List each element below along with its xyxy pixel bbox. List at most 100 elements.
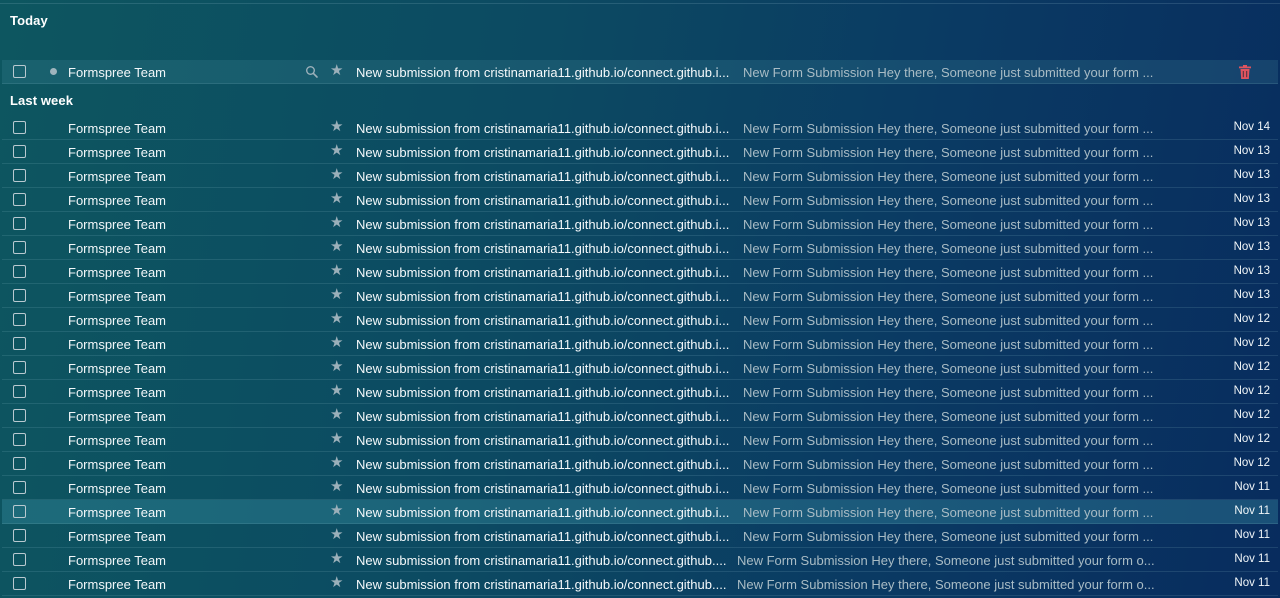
- row-checkbox[interactable]: [13, 529, 26, 542]
- star-icon[interactable]: ★: [330, 430, 343, 448]
- message-row[interactable]: Formspree Team ★ New submission from crist…: [2, 188, 1278, 212]
- snippet: New Form Submission Hey there, Someone j…: [743, 481, 1153, 496]
- row-checkbox[interactable]: [13, 313, 26, 326]
- star-icon[interactable]: ★: [330, 166, 343, 184]
- row-checkbox[interactable]: [13, 577, 26, 590]
- row-checkbox[interactable]: [13, 433, 26, 446]
- snippet: New Form Submission Hey there, Someone j…: [743, 409, 1153, 424]
- star-icon[interactable]: ★: [330, 190, 343, 208]
- snippet: New Form Submission Hey there, Someone j…: [743, 385, 1153, 400]
- star-icon[interactable]: ★: [330, 502, 343, 520]
- sender-name: Formspree Team: [68, 193, 167, 208]
- message-row[interactable]: Formspree Team ★ New submission from crist…: [2, 164, 1278, 188]
- star-icon[interactable]: ★: [330, 574, 343, 592]
- subject: New submission from cristinamaria11.gith…: [356, 553, 727, 568]
- star-icon[interactable]: ★: [330, 334, 343, 352]
- message-row[interactable]: Formspree Team ★ New submission from crist…: [2, 116, 1278, 140]
- message-row[interactable]: Formspree Team ★ New submission from crist…: [2, 380, 1278, 404]
- snippet: New Form Submission Hey there, Someone j…: [743, 217, 1153, 232]
- row-checkbox[interactable]: [13, 505, 26, 518]
- star-icon[interactable]: ★: [330, 310, 343, 328]
- star-icon[interactable]: ★: [330, 214, 343, 232]
- section-header-today: Today: [10, 13, 48, 28]
- subject: New submission from cristinamaria11.gith…: [356, 265, 730, 280]
- sender-name: Formspree Team: [68, 361, 167, 376]
- star-icon[interactable]: ★: [330, 526, 343, 544]
- row-checkbox[interactable]: [13, 457, 26, 470]
- row-checkbox[interactable]: [13, 145, 26, 158]
- subject: New submission from cristinamaria11.gith…: [356, 577, 727, 592]
- row-checkbox[interactable]: [13, 385, 26, 398]
- message-row-today[interactable]: Formspree Team ★ New submission from cri…: [2, 60, 1278, 84]
- message-row[interactable]: Formspree Team ★ New submission from crist…: [2, 284, 1278, 308]
- snippet: New Form Submission Hey there, Someone j…: [743, 65, 1153, 80]
- message-row[interactable]: Formspree Team ★ New submission from crist…: [2, 524, 1278, 548]
- sender-name: Formspree Team: [68, 553, 167, 568]
- subject: New submission from cristinamaria11.gith…: [356, 409, 730, 424]
- row-checkbox[interactable]: [13, 289, 26, 302]
- star-icon[interactable]: ★: [330, 238, 343, 256]
- star-icon[interactable]: ★: [330, 286, 343, 304]
- star-icon[interactable]: ★: [330, 550, 343, 568]
- sender-name: Formspree Team: [68, 385, 167, 400]
- snippet: New Form Submission Hey there, Someone j…: [743, 505, 1153, 520]
- star-icon[interactable]: ★: [330, 454, 343, 472]
- trash-icon[interactable]: [1236, 63, 1254, 81]
- star-icon[interactable]: ★: [330, 118, 343, 136]
- subject: New submission from cristinamaria11.gith…: [356, 241, 730, 256]
- message-row[interactable]: Formspree Team ★ New submission from crist…: [2, 572, 1278, 596]
- subject: New submission from cristinamaria11.gith…: [356, 193, 730, 208]
- row-checkbox[interactable]: [13, 337, 26, 350]
- search-icon[interactable]: [305, 65, 319, 79]
- message-row[interactable]: Formspree Team ★ New submission from crist…: [2, 500, 1278, 524]
- sender-name: Formspree Team: [68, 65, 167, 80]
- message-row[interactable]: Formspree Team ★ New submission from crist…: [2, 308, 1278, 332]
- row-checkbox[interactable]: [13, 481, 26, 494]
- message-row[interactable]: Formspree Team ★ New submission from crist…: [2, 260, 1278, 284]
- message-row[interactable]: Formspree Team ★ New submission from crist…: [2, 404, 1278, 428]
- star-icon[interactable]: ★: [330, 62, 343, 80]
- message-row[interactable]: Formspree Team ★ New submission from crist…: [2, 212, 1278, 236]
- star-icon[interactable]: ★: [330, 358, 343, 376]
- row-checkbox[interactable]: [13, 361, 26, 374]
- snippet: New Form Submission Hey there, Someone j…: [737, 553, 1155, 568]
- row-checkbox[interactable]: [13, 65, 26, 78]
- star-icon[interactable]: ★: [330, 142, 343, 160]
- row-checkbox[interactable]: [13, 409, 26, 422]
- sender-name: Formspree Team: [68, 433, 167, 448]
- row-checkbox[interactable]: [13, 217, 26, 230]
- date-label: Nov 11: [1234, 553, 1270, 565]
- star-icon[interactable]: ★: [330, 382, 343, 400]
- message-row[interactable]: Formspree Team ★ New submission from crist…: [2, 356, 1278, 380]
- date-label: Nov 11: [1234, 505, 1270, 517]
- date-label: Nov 12: [1233, 337, 1270, 349]
- message-row[interactable]: Formspree Team ★ New submission from crist…: [2, 452, 1278, 476]
- message-row[interactable]: Formspree Team ★ New submission from crist…: [2, 332, 1278, 356]
- message-row[interactable]: Formspree Team ★ New submission from crist…: [2, 428, 1278, 452]
- date-label: Nov 13: [1233, 145, 1270, 157]
- date-label: Nov 13: [1233, 289, 1270, 301]
- star-icon[interactable]: ★: [330, 262, 343, 280]
- unread-dot-icon[interactable]: [50, 68, 57, 75]
- star-icon[interactable]: ★: [330, 406, 343, 424]
- date-label: Nov 13: [1233, 241, 1270, 253]
- subject: New submission from cristinamaria11.gith…: [356, 505, 730, 520]
- row-checkbox[interactable]: [13, 241, 26, 254]
- row-checkbox[interactable]: [13, 169, 26, 182]
- message-row[interactable]: Formspree Team ★ New submission from crist…: [2, 236, 1278, 260]
- sender-name: Formspree Team: [68, 337, 167, 352]
- row-checkbox[interactable]: [13, 121, 26, 134]
- snippet: New Form Submission Hey there, Someone j…: [743, 289, 1153, 304]
- date-label: Nov 13: [1233, 169, 1270, 181]
- sender-name: Formspree Team: [68, 289, 167, 304]
- message-row[interactable]: Formspree Team ★ New submission from crist…: [2, 140, 1278, 164]
- message-row[interactable]: Formspree Team ★ New submission from crist…: [2, 548, 1278, 572]
- row-checkbox[interactable]: [13, 265, 26, 278]
- subject: New submission from cristinamaria11.gith…: [356, 313, 730, 328]
- date-label: Nov 12: [1233, 313, 1270, 325]
- row-checkbox[interactable]: [13, 553, 26, 566]
- row-checkbox[interactable]: [13, 193, 26, 206]
- snippet: New Form Submission Hey there, Someone j…: [743, 265, 1153, 280]
- star-icon[interactable]: ★: [330, 478, 343, 496]
- message-row[interactable]: Formspree Team ★ New submission from crist…: [2, 476, 1278, 500]
